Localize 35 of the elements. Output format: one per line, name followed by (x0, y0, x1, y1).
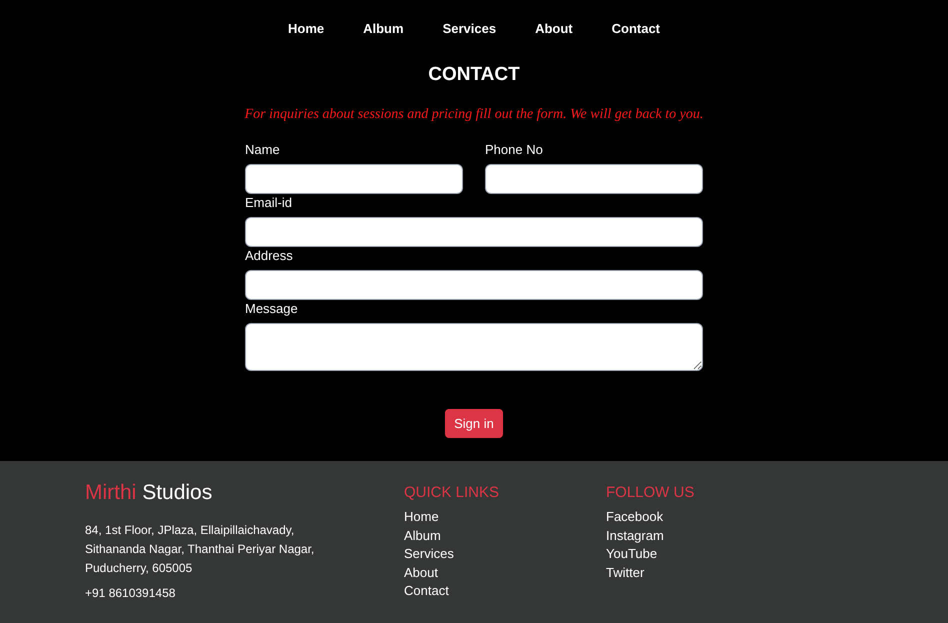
address-line: Sithananda Nagar, Thanthai Periyar Nagar, (85, 541, 316, 558)
address-line: 84, 1st Floor, JPlaza, Ellaipillaichavady, (85, 522, 296, 539)
nav-link[interactable]: Services (442, 19, 496, 36)
footer-link[interactable]: Facebook (606, 508, 808, 526)
nav-link[interactable]: Contact (612, 19, 660, 36)
footer-link[interactable]: Album (404, 526, 606, 545)
field-label: Email-id (245, 196, 293, 210)
footer-heading: FOLLOW US (606, 484, 696, 502)
input-field[interactable] (245, 164, 463, 194)
footer-link[interactable]: Home (404, 508, 606, 526)
field-label: Message (245, 302, 299, 316)
nav-link[interactable]: Album (363, 19, 404, 36)
footer-link[interactable]: Instagram (606, 526, 808, 545)
page-title: CONTACT (428, 64, 520, 86)
brand-name: Studios (142, 481, 212, 504)
input-field[interactable] (485, 164, 703, 194)
field-label: Name (245, 143, 281, 157)
field-label: Address (245, 249, 294, 263)
footer-link[interactable]: YouTube (606, 545, 808, 564)
footer-link[interactable]: Services (404, 545, 606, 564)
footer-heading: QUICK LINKS (404, 484, 500, 502)
field-label: Phone No (485, 143, 544, 157)
nav-link[interactable]: Home (288, 19, 324, 36)
submit-button[interactable]: Sign in (445, 409, 503, 438)
tagline: For inquiries about sessions and pricing fill out the form. We will get back to you. (244, 106, 704, 124)
input-field[interactable] (245, 217, 703, 247)
phone-number: +91 8610391458 (85, 586, 176, 600)
nav-link[interactable]: About (535, 19, 573, 36)
address-line: Puducherry, 605005 (85, 560, 194, 577)
footer-link[interactable]: About (404, 564, 606, 582)
message-field[interactable] (245, 323, 703, 371)
input-field[interactable] (245, 270, 703, 300)
brand-accent: Mirthi (85, 481, 136, 504)
footer-link[interactable]: Twitter (606, 564, 808, 582)
footer-link[interactable]: Contact (404, 582, 606, 600)
